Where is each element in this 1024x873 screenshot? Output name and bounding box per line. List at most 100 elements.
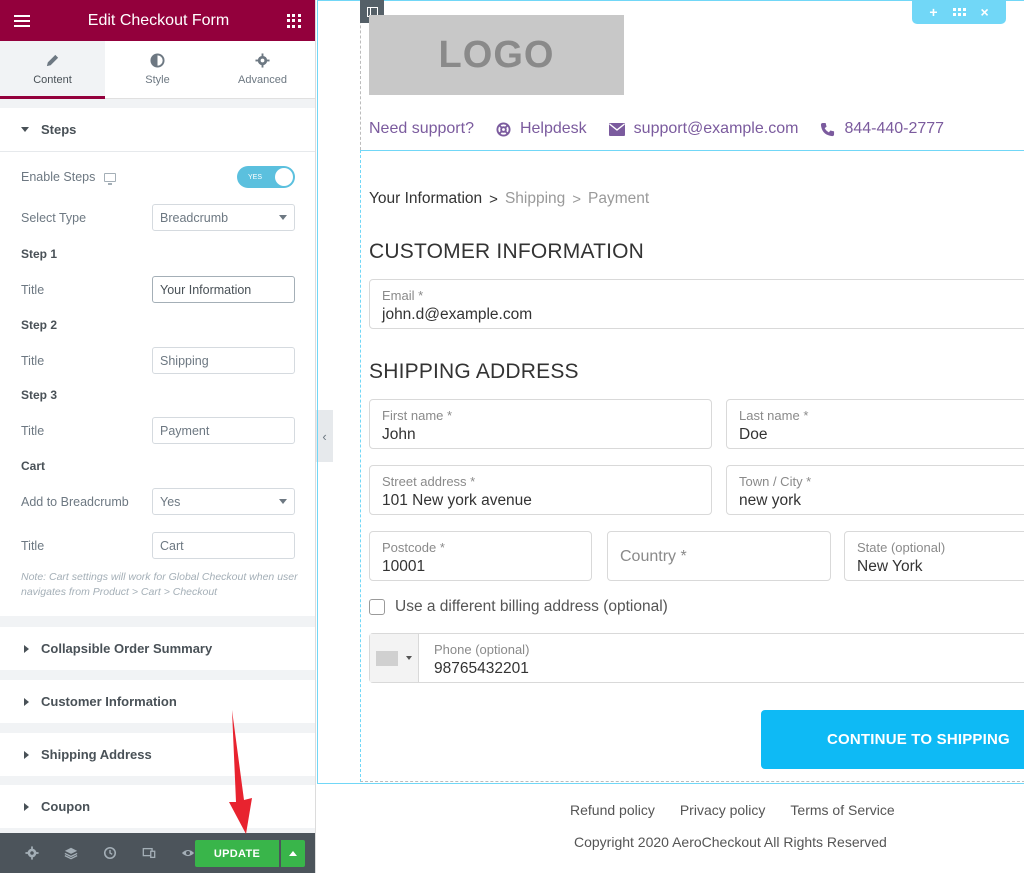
step1-heading: Step 1 [21, 247, 58, 261]
footer-links: Refund policy Privacy policy Terms of Se… [570, 802, 895, 818]
cart-settings-note: Note: Cart settings will work for Global… [21, 571, 298, 598]
section-label: Coupon [41, 799, 91, 814]
country-code-selector[interactable] [370, 634, 419, 682]
red-arrow-annotation-icon [222, 708, 262, 841]
first-name-field[interactable]: First name * John [369, 399, 712, 449]
caret-up-icon [289, 851, 297, 856]
breadcrumb-step-your-information[interactable]: Your Information [369, 190, 482, 208]
add-breadcrumb-row: Add to Breadcrumb Yes [21, 488, 295, 515]
cart-title-input[interactable]: Cart [152, 532, 295, 559]
step2-title-row: Title Shipping [21, 347, 295, 374]
copyright-text: Copyright 2020 AeroCheckout All Rights R… [574, 834, 887, 850]
half-circle-icon [150, 53, 165, 68]
widgets-grid-icon[interactable] [286, 13, 301, 28]
step2-heading: Step 2 [21, 318, 58, 332]
section-label: Collapsible Order Summary [41, 641, 213, 656]
pencil-icon [46, 54, 59, 67]
postcode-value: 10001 [382, 558, 426, 575]
town-city-label: Town / City * [739, 474, 812, 489]
logo: LOGO [369, 15, 624, 95]
tab-style-label: Style [145, 74, 170, 86]
email-value: john.d@example.com [382, 306, 533, 323]
caret-right-icon [24, 644, 29, 653]
street-address-field[interactable]: Street address * 101 New york avenue [369, 465, 712, 515]
town-city-field[interactable]: Town / City * new york [726, 465, 1024, 515]
hamburger-menu-icon[interactable] [14, 14, 30, 27]
breadcrumb-separator-icon: > [572, 190, 582, 208]
select-type-row: Select Type Breadcrumb [21, 204, 295, 231]
step3-heading: Step 3 [21, 388, 58, 402]
continue-to-shipping-button[interactable]: CONTINUE TO SHIPPING [761, 710, 1024, 769]
step1-title-row: Title Your Information [21, 276, 295, 303]
breadcrumb-separator-icon: > [489, 190, 498, 208]
update-options-button[interactable] [281, 840, 305, 867]
breadcrumb-step-shipping[interactable]: Shipping [505, 190, 565, 208]
enable-steps-toggle[interactable]: YES [237, 166, 295, 188]
caret-down-icon [406, 656, 412, 660]
support-phone-label: 844-440-2777 [844, 120, 945, 137]
first-name-value: John [382, 426, 416, 443]
section-collapsible-order-summary[interactable]: Collapsible Order Summary [0, 627, 315, 670]
section-shipping-address[interactable]: Shipping Address [0, 733, 315, 776]
state-field[interactable]: State (optional) New York [844, 531, 1024, 581]
lifebuoy-icon [496, 121, 511, 137]
gear-icon [255, 53, 270, 68]
flag-icon [376, 650, 398, 666]
phone-field[interactable]: Phone (optional) 98765432201 [369, 633, 1024, 683]
checkout-breadcrumb: Your Information > Shipping > Payment [369, 190, 649, 208]
steps-section-title: Steps [41, 122, 77, 137]
street-address-value: 101 New york avenue [382, 492, 532, 509]
history-icon[interactable] [90, 833, 129, 873]
refund-policy-link[interactable]: Refund policy [570, 802, 655, 818]
step3-title-input[interactable]: Payment [152, 417, 295, 444]
street-address-label: Street address * [382, 474, 476, 489]
support-email-link[interactable]: support@example.com [608, 120, 798, 138]
terms-of-service-link[interactable]: Terms of Service [790, 802, 894, 818]
responsive-monitor-icon[interactable] [104, 172, 117, 185]
envelope-icon [608, 122, 625, 136]
enable-steps-label: Enable Steps [21, 170, 96, 184]
delete-section-icon[interactable]: × [981, 4, 989, 20]
email-field[interactable]: Email * john.d@example.com [369, 279, 1024, 329]
add-section-icon[interactable]: + [929, 4, 937, 20]
layers-icon[interactable] [51, 833, 90, 873]
cart-heading: Cart [21, 459, 46, 473]
phone-icon [821, 122, 835, 136]
step1-title-input[interactable]: Your Information [152, 276, 295, 303]
dropdown-arrow-icon [279, 499, 287, 504]
drag-section-icon[interactable] [952, 8, 966, 16]
email-label: Email * [382, 288, 424, 303]
support-phone-link[interactable]: 844-440-2777 [820, 120, 944, 138]
update-button[interactable]: UPDATE [195, 840, 279, 867]
country-field[interactable]: Country * [607, 531, 831, 581]
billing-checkbox[interactable] [369, 599, 385, 615]
first-name-label: First name * [382, 408, 453, 423]
different-billing-option[interactable]: Use a different billing address (optiona… [369, 598, 668, 616]
panel-tabs: Content Style Advanced [0, 41, 315, 99]
tab-advanced[interactable]: Advanced [210, 41, 315, 98]
responsive-mode-icon[interactable] [129, 833, 168, 873]
panel-header: Edit Checkout Form [0, 0, 315, 41]
tab-style[interactable]: Style [105, 41, 210, 98]
caret-right-icon [24, 697, 29, 706]
cart-title-row: Title Cart [21, 532, 295, 559]
add-breadcrumb-dropdown[interactable]: Yes [152, 488, 295, 515]
steps-section-header[interactable]: Steps [0, 108, 315, 152]
postcode-field[interactable]: Postcode * 10001 [369, 531, 592, 581]
helpdesk-link[interactable]: Helpdesk [496, 120, 587, 138]
section-coupon[interactable]: Coupon [0, 785, 315, 828]
settings-gear-icon[interactable] [12, 833, 51, 873]
step2-title-input[interactable]: Shipping [152, 347, 295, 374]
cart-title-label: Title [21, 538, 45, 553]
toggle-text: YES [248, 173, 263, 181]
privacy-policy-link[interactable]: Privacy policy [680, 802, 766, 818]
section-customer-information[interactable]: Customer Information [0, 680, 315, 723]
tab-content[interactable]: Content [0, 41, 105, 99]
state-value: New York [857, 558, 923, 575]
step3-title-label: Title [21, 423, 45, 438]
select-type-dropdown[interactable]: Breadcrumb [152, 204, 295, 231]
last-name-field[interactable]: Last name * Doe [726, 399, 1024, 449]
step2-title-label: Title [21, 353, 45, 368]
step3-title-row: Title Payment [21, 417, 295, 444]
breadcrumb-step-payment[interactable]: Payment [588, 190, 649, 208]
